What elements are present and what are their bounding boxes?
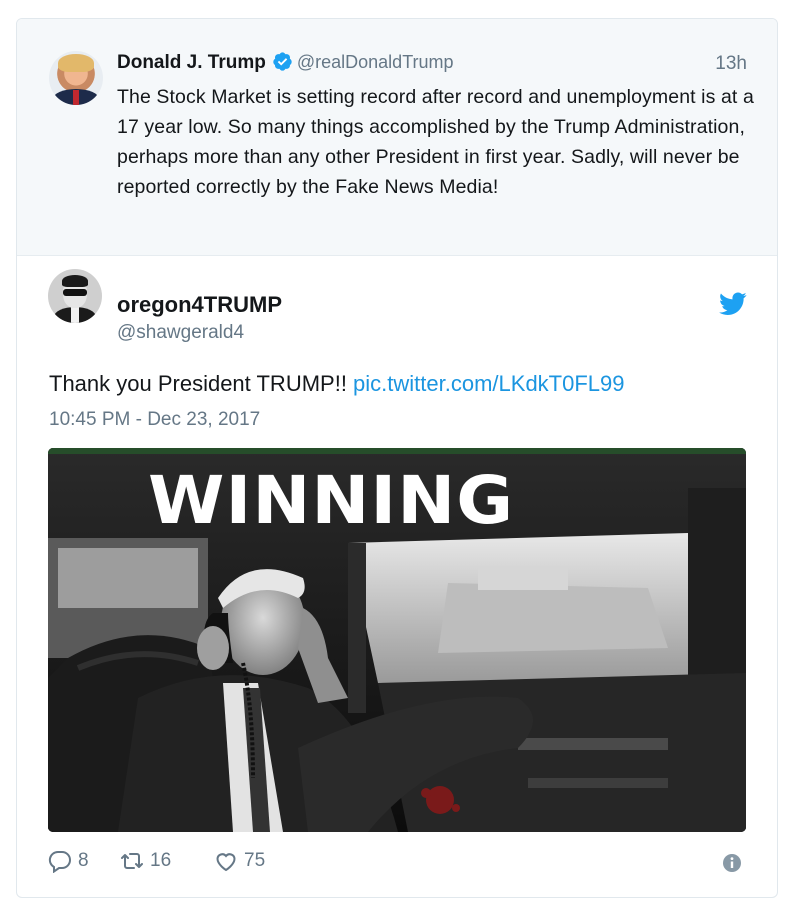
reply-button[interactable]: 8 <box>48 848 89 874</box>
avatar-hair <box>62 275 88 287</box>
main-tweet-body: Thank you President TRUMP!! <box>49 371 354 396</box>
embedded-tweet-card: Donald J. Trump @realDonaldTrump 13h The … <box>16 18 778 898</box>
avatar-hair <box>58 54 94 72</box>
parent-author-handle[interactable]: @realDonaldTrump <box>297 52 454 72</box>
tweet-media-image[interactable]: WINNING <box>48 448 746 832</box>
reply-count: 8 <box>78 850 89 871</box>
avatar-tie <box>73 90 79 105</box>
retweet-button[interactable]: 16 <box>120 848 171 874</box>
info-icon[interactable] <box>722 853 742 873</box>
verified-badge-icon <box>273 52 292 71</box>
parent-author-avatar[interactable] <box>49 51 103 105</box>
parent-tweet-header: Donald J. Trump @realDonaldTrump 13h <box>117 51 747 77</box>
main-tweet-timestamp[interactable]: 10:45 PM - Dec 23, 2017 <box>49 409 260 431</box>
like-count: 75 <box>244 850 266 871</box>
twitter-bird-icon[interactable] <box>719 292 747 316</box>
retweet-icon <box>121 853 143 869</box>
retweet-count: 16 <box>150 850 172 871</box>
main-author-name[interactable]: oregon4TRUMP <box>117 292 282 318</box>
media-caption-text: WINNING <box>148 462 515 539</box>
reply-icon <box>48 850 71 873</box>
main-author-handle[interactable]: @shawgerald4 <box>117 322 244 344</box>
parent-tweet-text: The Stock Market is setting record after… <box>117 86 754 198</box>
avatar-shirt <box>71 307 79 323</box>
media-link[interactable]: pic.twitter.com/LKdkT0FL99 <box>353 371 624 396</box>
parent-tweet-time[interactable]: 13h <box>715 53 747 75</box>
main-tweet-text: Thank you President TRUMP!! pic.twitter.… <box>49 371 625 397</box>
main-author-avatar[interactable] <box>48 269 102 323</box>
heart-icon <box>216 853 236 872</box>
parent-tweet[interactable]: Donald J. Trump @realDonaldTrump 13h The … <box>17 19 777 256</box>
like-button[interactable]: 75 <box>214 848 265 874</box>
avatar-sunglasses <box>63 289 87 296</box>
parent-author-name[interactable]: Donald J. Trump <box>117 52 266 73</box>
